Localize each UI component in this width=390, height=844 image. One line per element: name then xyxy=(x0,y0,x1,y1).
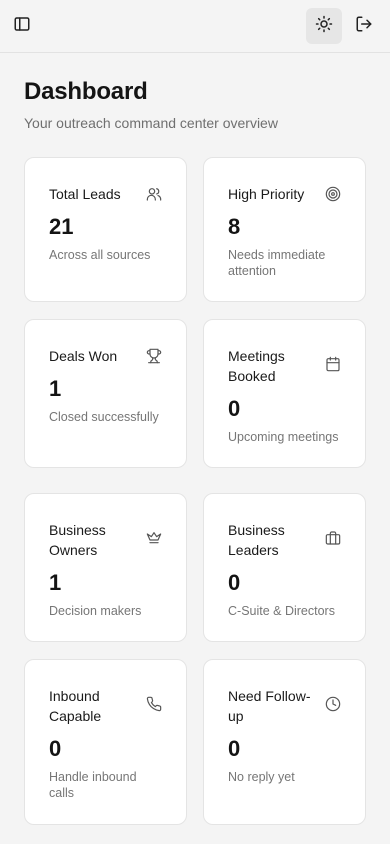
card-title: Meetings Booked xyxy=(228,348,285,384)
logout-icon xyxy=(355,15,373,38)
stat-card-high-priority[interactable]: High Priority 8 Needs immediate attentio… xyxy=(203,157,366,302)
card-title: High Priority xyxy=(228,186,305,202)
top-bar xyxy=(0,0,390,53)
card-description: Across all sources xyxy=(49,248,151,262)
calendar-icon xyxy=(325,356,341,372)
phone-icon xyxy=(146,696,162,712)
stat-card-need-follow-up[interactable]: Need Follow-up 0 No reply yet xyxy=(203,659,366,825)
users-icon xyxy=(146,186,162,202)
trophy-icon xyxy=(146,348,162,364)
stat-card-business-owners[interactable]: Business Owners 1 Decision makers xyxy=(24,493,187,642)
clock-icon xyxy=(325,696,341,712)
card-title: Inbound Capable xyxy=(49,688,102,724)
card-title: Need Follow-up xyxy=(228,688,311,724)
crown-icon xyxy=(146,530,162,546)
stat-card-total-leads[interactable]: Total Leads 21 Across all sources xyxy=(24,157,187,302)
card-description: Needs immediate attention xyxy=(228,248,326,278)
stat-card-inbound-capable[interactable]: Inbound Capable 0 Handle inbound calls xyxy=(24,659,187,825)
sidebar-toggle-icon xyxy=(13,15,31,38)
card-value: 8 xyxy=(228,214,241,239)
card-title: Deals Won xyxy=(49,348,118,364)
logout-button[interactable] xyxy=(346,8,382,44)
card-value: 0 xyxy=(228,736,241,761)
page-subtitle: Your outreach command center overview xyxy=(24,115,278,131)
card-value: 0 xyxy=(228,570,241,595)
card-description: C-Suite & Directors xyxy=(228,604,335,618)
stat-card-business-leaders[interactable]: Business Leaders 0 C-Suite & Directors xyxy=(203,493,366,642)
stat-card-deals-won[interactable]: Deals Won 1 Closed successfully xyxy=(24,319,187,468)
card-title: Business Owners xyxy=(49,522,106,558)
briefcase-icon xyxy=(325,530,341,546)
card-description: Handle inbound calls xyxy=(49,770,137,800)
card-description: Closed successfully xyxy=(49,410,159,424)
card-value: 1 xyxy=(49,570,62,595)
theme-toggle-button[interactable] xyxy=(306,8,342,44)
stat-card-meetings-booked[interactable]: Meetings Booked 0 Upcoming meetings xyxy=(203,319,366,468)
page-title: Dashboard xyxy=(24,78,148,105)
card-description: No reply yet xyxy=(228,770,295,784)
card-value: 0 xyxy=(228,396,241,421)
card-value: 0 xyxy=(49,736,62,761)
sun-icon xyxy=(315,15,333,38)
target-icon xyxy=(325,186,341,202)
card-value: 1 xyxy=(49,376,62,401)
card-description: Upcoming meetings xyxy=(228,430,339,444)
card-description: Decision makers xyxy=(49,604,142,618)
card-value: 21 xyxy=(49,214,74,239)
card-title: Total Leads xyxy=(49,186,121,202)
card-title: Business Leaders xyxy=(228,522,285,558)
sidebar-toggle-button[interactable] xyxy=(4,8,40,44)
